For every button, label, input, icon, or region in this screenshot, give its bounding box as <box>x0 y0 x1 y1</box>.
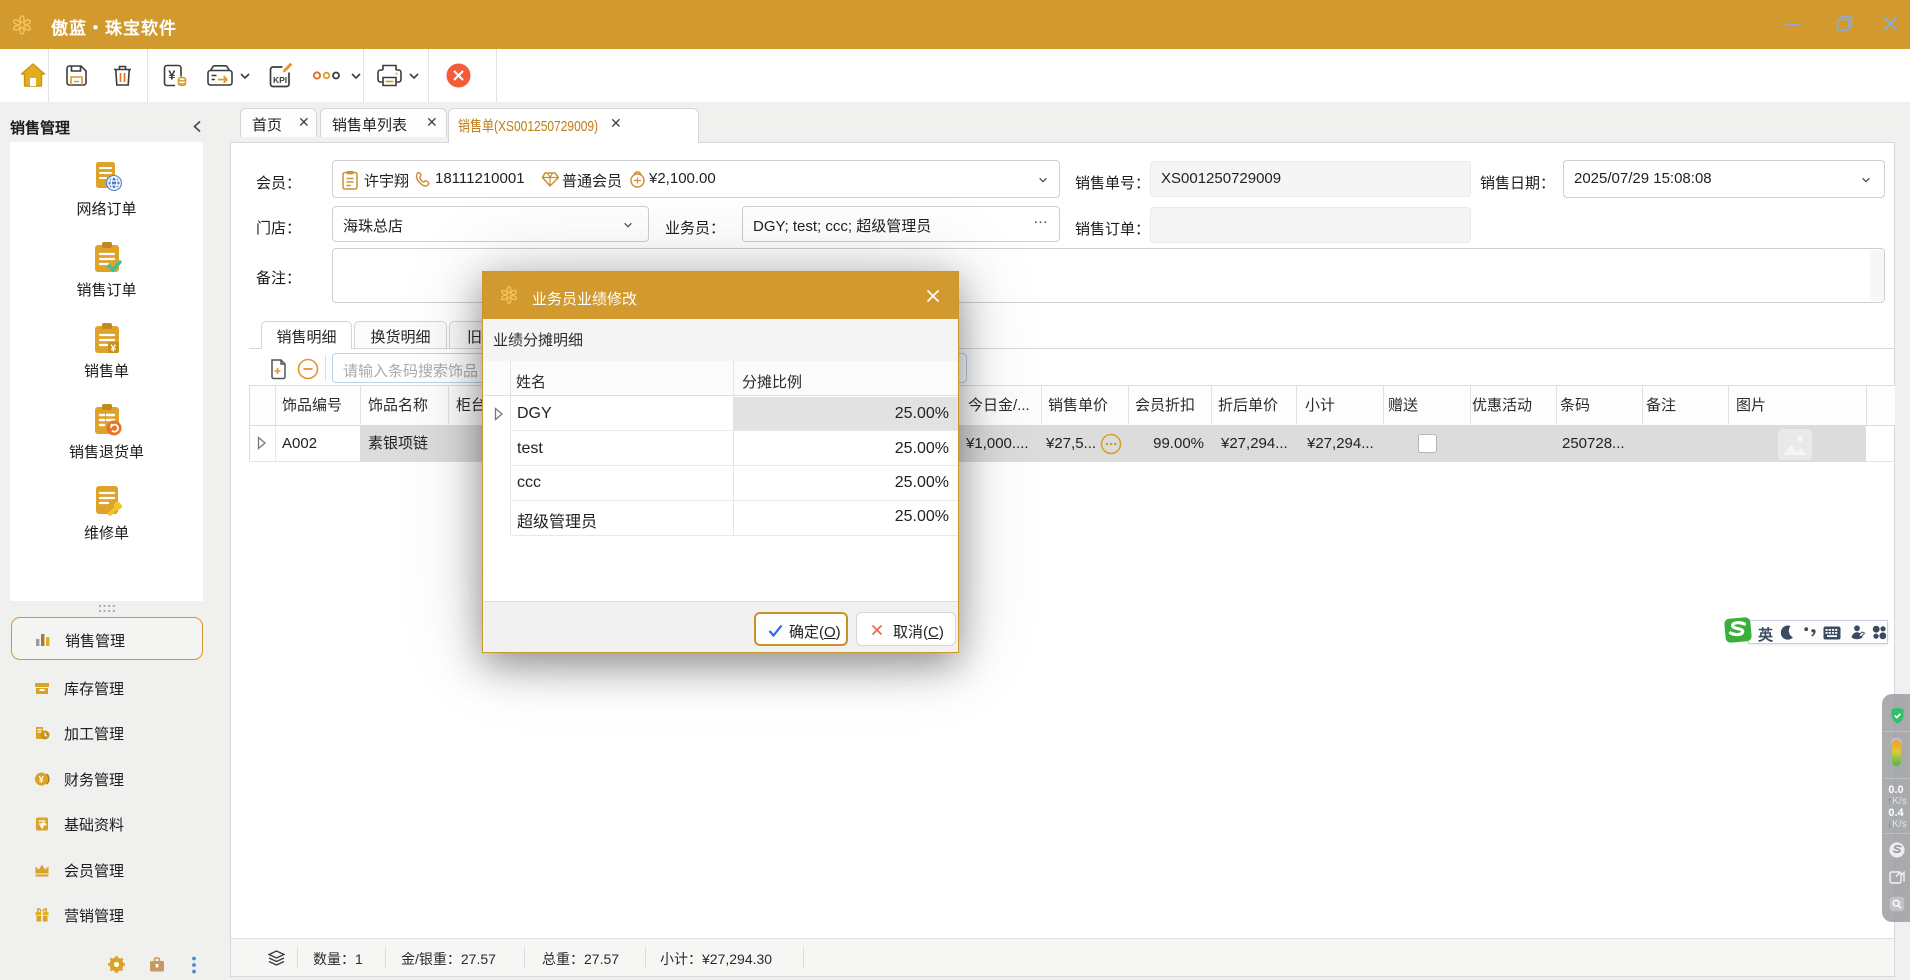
svg-text:¥: ¥ <box>110 344 116 355</box>
svg-text:KPI: KPI <box>273 75 287 85</box>
svg-text:¥: ¥ <box>39 774 44 784</box>
svg-text:¥: ¥ <box>168 68 176 83</box>
